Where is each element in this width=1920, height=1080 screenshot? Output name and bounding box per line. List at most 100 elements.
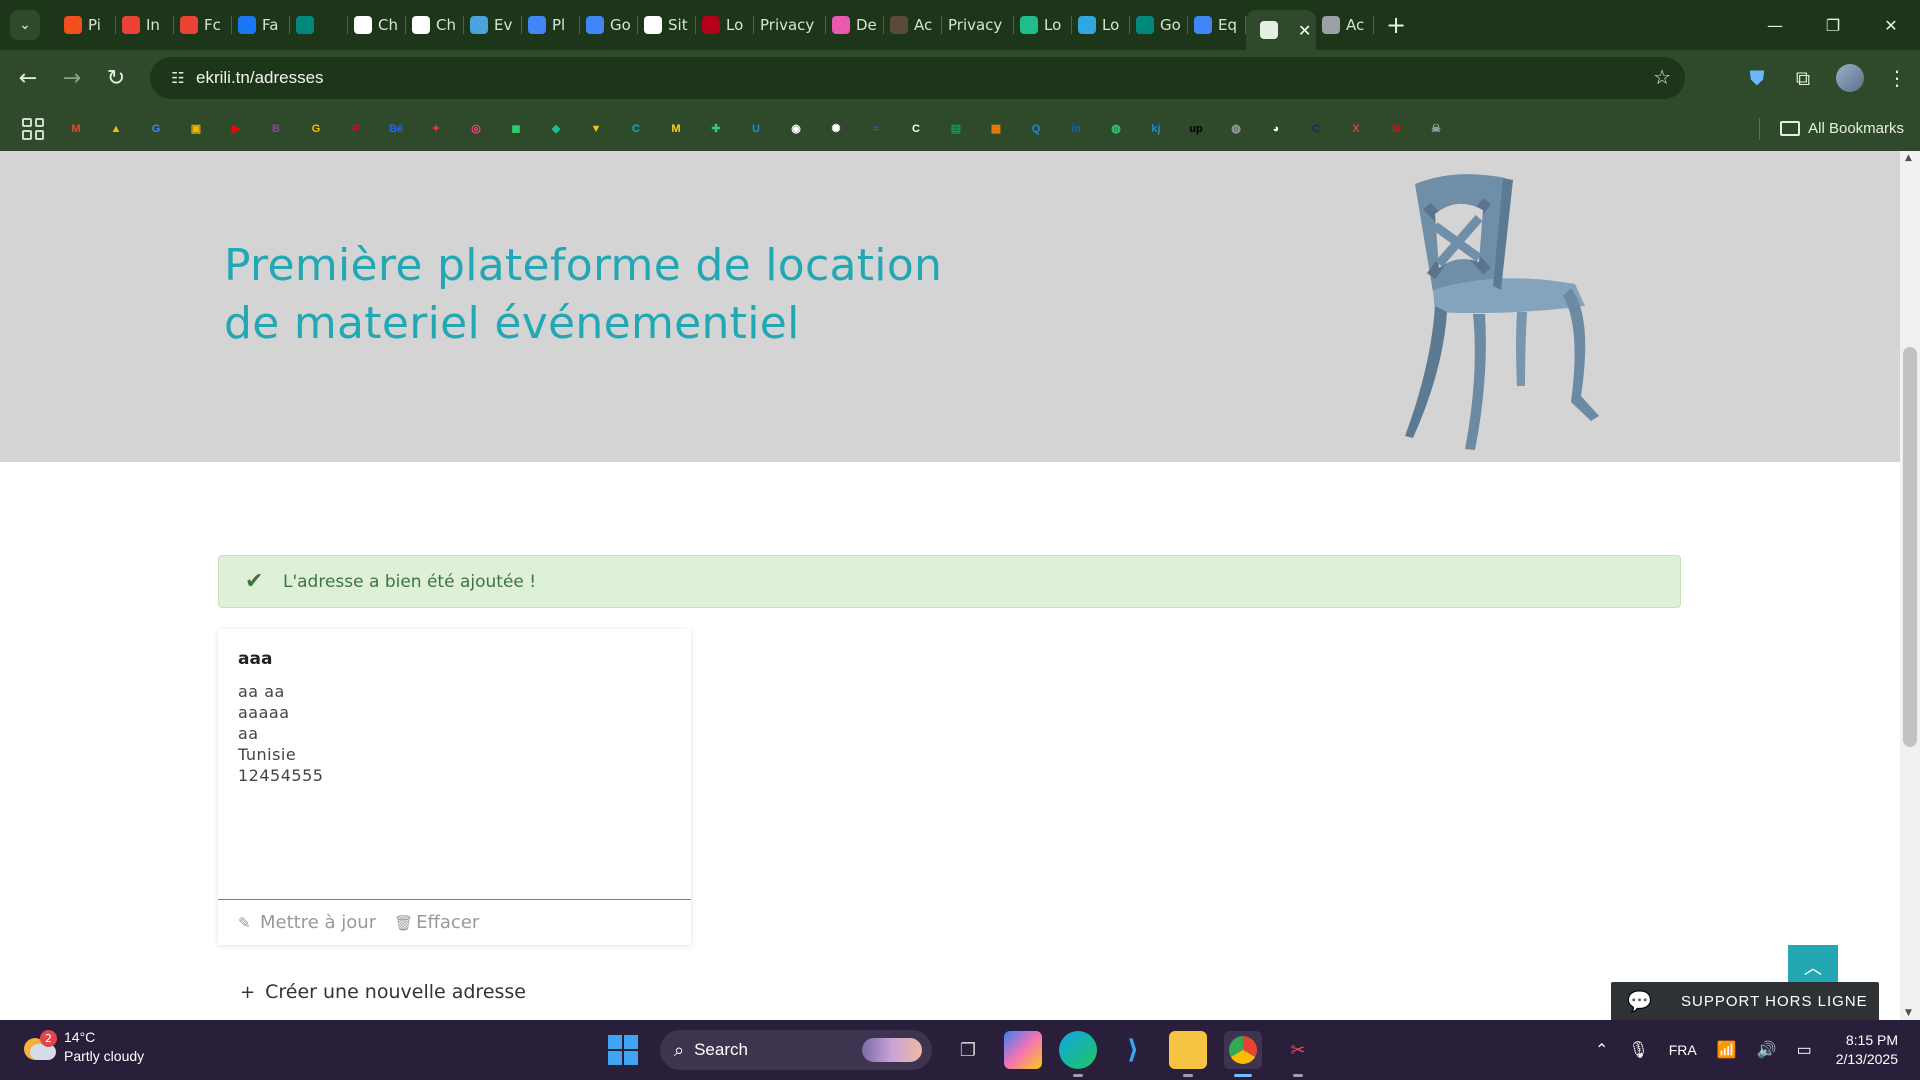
browser-tab[interactable]: Lo bbox=[1014, 5, 1072, 45]
battery-icon[interactable]: ▭ bbox=[1797, 1040, 1812, 1060]
close-tab-icon[interactable]: ✕ bbox=[1298, 21, 1311, 40]
bookmark-icon-10[interactable]: ✦ bbox=[426, 119, 446, 139]
chatgpt-bookmark-icon[interactable]: ✺ bbox=[826, 119, 846, 139]
bookmark-star-icon[interactable]: ☆ bbox=[1653, 65, 1671, 89]
page-scrollbar[interactable]: ▲ ▼ bbox=[1900, 151, 1920, 1020]
microphone-icon[interactable]: 🎙 bbox=[1628, 1040, 1648, 1060]
browser-tab[interactable]: Fc bbox=[174, 5, 232, 45]
browser-tab[interactable]: In bbox=[116, 5, 174, 45]
new-tab-button[interactable]: + bbox=[1386, 11, 1406, 39]
upwork-bookmark-icon[interactable]: up bbox=[1186, 119, 1206, 139]
browser-tab[interactable]: Ac bbox=[884, 5, 942, 45]
browser-tab[interactable] bbox=[290, 5, 348, 45]
bookmark-icon-33[interactable]: X bbox=[1346, 119, 1366, 139]
scrollbar-thumb[interactable] bbox=[1903, 347, 1917, 747]
browser-tab[interactable]: De bbox=[826, 5, 884, 45]
browser-tab[interactable]: Ev bbox=[464, 5, 522, 45]
vscode-icon[interactable]: ⟩ bbox=[1114, 1031, 1152, 1069]
browser-tab[interactable]: Go bbox=[1130, 5, 1188, 45]
miro-bookmark-icon[interactable]: M bbox=[666, 119, 686, 139]
language-indicator[interactable]: FRA bbox=[1669, 1042, 1697, 1058]
bookmark-icon-18[interactable]: U bbox=[746, 119, 766, 139]
bookmark-icon-11[interactable]: ◎ bbox=[466, 119, 486, 139]
bookmark-icon-12[interactable]: ◼ bbox=[506, 119, 526, 139]
back-button[interactable]: ← bbox=[6, 56, 50, 100]
bookmark-icon-17[interactable]: ✚ bbox=[706, 119, 726, 139]
youtube-bookmark-icon[interactable]: ▶ bbox=[226, 119, 246, 139]
extensions-puzzle-icon[interactable]: ⧉ bbox=[1780, 66, 1826, 90]
google-bookmark-icon[interactable]: G bbox=[306, 119, 326, 139]
linkedin-bookmark-icon[interactable]: in bbox=[1066, 119, 1086, 139]
profile-avatar[interactable] bbox=[1836, 64, 1864, 92]
tab-active[interactable]: ✕ bbox=[1246, 10, 1316, 50]
restore-button[interactable]: ❐ bbox=[1804, 0, 1862, 50]
browser-tab[interactable]: Ch bbox=[348, 5, 406, 45]
extension-badge-icon[interactable]: ⛊ bbox=[1734, 66, 1780, 90]
browser-tab[interactable]: Pi bbox=[58, 5, 116, 45]
github-bookmark-icon[interactable]: ◕ bbox=[1266, 119, 1286, 139]
more-menu-icon[interactable]: ⋮ bbox=[1874, 66, 1920, 90]
browser-tab[interactable]: Ac bbox=[1316, 5, 1374, 45]
task-view-icon[interactable]: ❐ bbox=[949, 1031, 987, 1069]
minimize-button[interactable]: — bbox=[1746, 0, 1804, 50]
browser-tab[interactable]: Sit bbox=[638, 5, 696, 45]
browser-tab[interactable]: Eq bbox=[1188, 5, 1246, 45]
copilot-icon[interactable] bbox=[1004, 1031, 1042, 1069]
slides-bookmark-icon[interactable]: ▣ bbox=[186, 119, 206, 139]
browser-tab[interactable]: Fa bbox=[232, 5, 290, 45]
browser-tab[interactable]: Privacy bbox=[754, 5, 826, 45]
update-address-button[interactable]: ✎ Mettre à jour bbox=[238, 912, 376, 933]
pinterest-bookmark-icon[interactable]: P bbox=[346, 119, 366, 139]
translate-bookmark-icon[interactable]: G bbox=[146, 119, 166, 139]
clock[interactable]: 8:15 PM 2/13/2025 bbox=[1836, 1031, 1898, 1069]
behance-bookmark-icon[interactable]: Bē bbox=[386, 119, 406, 139]
browser-tab[interactable]: Pl bbox=[522, 5, 580, 45]
support-chat-widget[interactable]: 💬 SUPPORT HORS LIGNE bbox=[1611, 982, 1879, 1020]
browser-tab[interactable]: Go bbox=[580, 5, 638, 45]
browser-tab[interactable]: Ch bbox=[406, 5, 464, 45]
bookmark-icon-6[interactable]: B bbox=[266, 119, 286, 139]
windows-start-icon[interactable] bbox=[608, 1035, 638, 1065]
drive-bookmark-icon[interactable]: ▲ bbox=[106, 119, 126, 139]
forward-button[interactable]: → bbox=[50, 56, 94, 100]
bookmark-icon-27[interactable]: ◍ bbox=[1106, 119, 1126, 139]
url-text[interactable]: ekrili.tn/adresses bbox=[196, 68, 324, 88]
site-info-icon[interactable]: ☷ bbox=[160, 69, 196, 87]
bookmark-icon-23[interactable]: ▤ bbox=[946, 119, 966, 139]
netflix-bookmark-icon[interactable]: N bbox=[1386, 119, 1406, 139]
bookmark-icon-15[interactable]: C bbox=[626, 119, 646, 139]
bookmark-icon-25[interactable]: Q bbox=[1026, 119, 1046, 139]
delete-address-button[interactable]: 🗑 Effacer bbox=[394, 912, 479, 933]
bookmark-icon-32[interactable]: C bbox=[1306, 119, 1326, 139]
weather-widget[interactable]: 2 14°C Partly cloudy bbox=[22, 1028, 144, 1066]
reload-button[interactable]: ↻ bbox=[94, 56, 138, 100]
tab-search-button[interactable]: ⌄ bbox=[10, 10, 40, 40]
chevron-up-icon[interactable]: ⌃ bbox=[1595, 1040, 1608, 1060]
scroll-up-arrow-icon[interactable]: ▲ bbox=[1905, 153, 1912, 163]
apps-grid-icon[interactable] bbox=[22, 117, 44, 140]
snipping-tool-icon[interactable]: ✂ bbox=[1279, 1031, 1317, 1077]
bookmark-icon-14[interactable]: ▼ bbox=[586, 119, 606, 139]
chrome-icon[interactable] bbox=[1224, 1031, 1262, 1077]
file-explorer-icon[interactable] bbox=[1169, 1031, 1207, 1077]
bookmark-icon-28[interactable]: kj bbox=[1146, 119, 1166, 139]
browser-tab[interactable]: Lo bbox=[1072, 5, 1130, 45]
globe-bookmark-icon[interactable]: ◍ bbox=[1226, 119, 1246, 139]
close-window-button[interactable]: ✕ bbox=[1862, 0, 1920, 50]
bookmark-icon-19[interactable]: ◉ bbox=[786, 119, 806, 139]
browser-tab[interactable]: Privacy bbox=[942, 5, 1014, 45]
gmail-bookmark-icon[interactable]: M bbox=[66, 119, 86, 139]
scroll-down-arrow-icon[interactable]: ▼ bbox=[1905, 1008, 1912, 1018]
bookmark-icon-13[interactable]: ◆ bbox=[546, 119, 566, 139]
browser-tab[interactable]: Lo bbox=[696, 5, 754, 45]
bookmark-icon-35[interactable]: ☠ bbox=[1426, 119, 1446, 139]
volume-icon[interactable]: 🔊 bbox=[1757, 1040, 1777, 1060]
edge-icon[interactable] bbox=[1059, 1031, 1097, 1077]
bookmark-icon-24[interactable]: ▦ bbox=[986, 119, 1006, 139]
bookmark-icon-22[interactable]: C bbox=[906, 119, 926, 139]
all-bookmarks-button[interactable]: All Bookmarks bbox=[1780, 106, 1904, 151]
create-address-link[interactable]: + Créer une nouvelle adresse bbox=[240, 981, 526, 1003]
wifi-icon[interactable]: 📶 bbox=[1717, 1040, 1737, 1060]
bookmark-icon-21[interactable]: ≈ bbox=[866, 119, 886, 139]
taskbar-search[interactable]: ⌕ Search bbox=[660, 1030, 932, 1070]
